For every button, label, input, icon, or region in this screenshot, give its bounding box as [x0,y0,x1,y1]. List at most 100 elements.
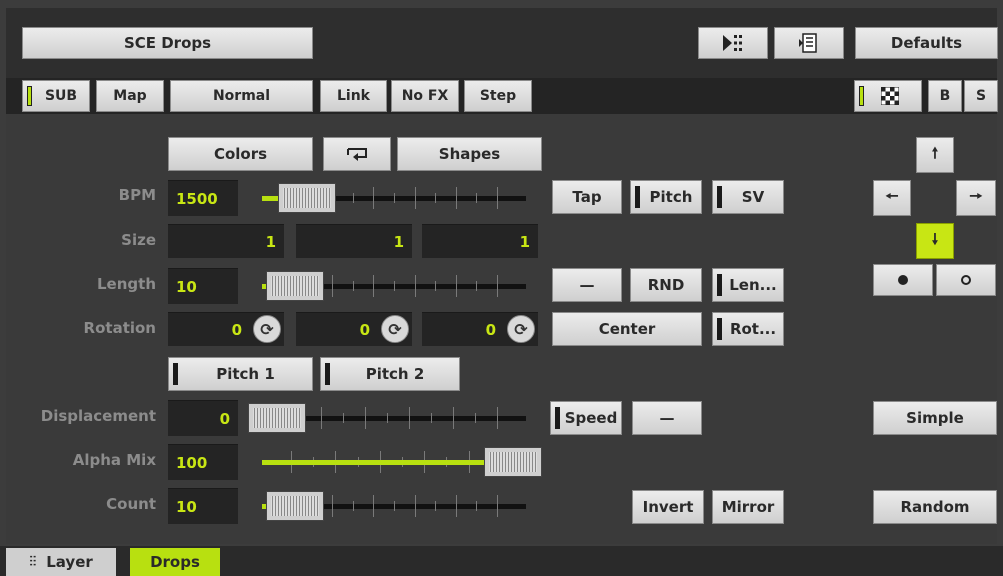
direction-down-button[interactable]: 🠗 [916,223,954,259]
slider-fill [262,460,486,465]
rotation-y-reset-icon[interactable]: ⟳ [381,315,409,343]
slider-handle[interactable] [266,491,325,521]
center-button[interactable]: Center [552,312,702,346]
slider-tick [343,413,344,423]
direction-right-button[interactable]: 🠖 [956,180,996,216]
map-button[interactable]: Map [96,80,164,112]
slider-tick [373,187,375,209]
displacement-value[interactable]: 0 [168,400,238,436]
arrow-right-icon: 🠖 [969,186,983,205]
length-dash-button[interactable]: — [552,268,622,302]
slider-tick [332,275,334,297]
sv-button[interactable]: SV [712,180,784,214]
slider-handle[interactable] [248,403,306,433]
invert-button[interactable]: Invert [632,490,704,524]
blend-mode-select[interactable]: Normal [170,80,313,112]
rotation-more-button[interactable]: Rot... [712,312,784,346]
pitch-1-button[interactable]: Pitch 1 [168,357,313,391]
tab-layer[interactable]: ⫶⫶ Layer [6,548,116,576]
ring-dot-icon [961,275,971,285]
rotation-x-reset-icon[interactable]: ⟳ [253,315,281,343]
rotation-more-label: Rot... [729,320,777,338]
slider-tick [455,187,457,209]
pitch-1-indicator [173,363,178,385]
alpha-mix-label: Alpha Mix [72,451,156,469]
slider-tick [365,407,366,429]
length-slider[interactable] [262,266,526,306]
tab-layer-label: Layer [46,553,93,571]
play-pattern-button[interactable] [698,27,768,59]
arrow-left-icon: 🠔 [885,186,899,205]
slider-tick [476,501,478,511]
length-value[interactable]: 10 [168,268,238,304]
bpm-slider[interactable] [262,178,526,218]
sub-label: SUB [44,88,78,104]
slider-tick [455,275,457,297]
mirror-button[interactable]: Mirror [712,490,784,524]
link-button[interactable]: Link [320,80,387,112]
speed-label: Speed [564,409,618,427]
s-button[interactable]: S [964,80,998,112]
slider-tick [352,281,354,291]
pitch-toggle-indicator [635,186,640,208]
slider-handle[interactable] [278,183,337,213]
slider-tick [455,495,457,517]
slider-handle[interactable] [484,447,542,477]
slider-tick [352,193,354,203]
effect-title-button[interactable]: SCE Drops [22,27,313,59]
rotation-z-reset-icon[interactable]: ⟳ [507,315,535,343]
slider-tick [387,413,388,423]
direction-left-button[interactable]: 🠔 [873,180,911,216]
no-fx-button[interactable]: No FX [391,80,459,112]
slider-tick [394,501,395,511]
size-z-value[interactable]: 1 [422,224,538,258]
alpha-mix-value[interactable]: 100 [168,444,238,480]
document-button[interactable] [774,27,844,59]
rotation-more-indicator [717,318,722,340]
simple-button[interactable]: Simple [873,401,997,435]
size-x-value[interactable]: 1 [168,224,284,258]
mixer-sliders-icon: ⫶⫶ [29,554,37,570]
pitch-2-label: Pitch 2 [365,365,425,383]
bpm-value[interactable]: 1500 [168,180,238,216]
speed-button[interactable]: Speed [550,401,622,435]
direction-in-button[interactable] [873,264,933,296]
pitch-toggle-button[interactable]: Pitch [630,180,702,214]
slider-handle[interactable] [266,271,325,301]
pitch-2-button[interactable]: Pitch 2 [320,357,460,391]
count-slider[interactable] [262,486,526,526]
b-button[interactable]: B [928,80,962,112]
rnd-button[interactable]: RND [630,268,702,302]
pitch-2-indicator [325,363,330,385]
displacement-slider[interactable] [248,398,526,438]
count-value[interactable]: 10 [168,488,238,524]
tap-button[interactable]: Tap [552,180,622,214]
direction-out-button[interactable] [936,264,996,296]
swap-button[interactable] [323,137,391,171]
random-button[interactable]: Random [873,490,997,524]
slider-tick [476,193,478,203]
slider-tick [476,281,478,291]
defaults-button[interactable]: Defaults [855,27,998,59]
checker-toggle-button[interactable] [854,80,922,112]
slider-tick [321,407,322,429]
checkerboard-icon [881,87,899,105]
size-y-value[interactable]: 1 [296,224,412,258]
sub-indicator [27,86,32,106]
direction-up-button[interactable]: 🠕 [916,137,954,173]
shapes-button[interactable]: Shapes [397,137,542,171]
colors-button[interactable]: Colors [168,137,313,171]
sub-button[interactable]: SUB [22,80,90,112]
alpha-mix-slider[interactable] [262,442,542,482]
tab-drops[interactable]: Drops [130,548,220,576]
filled-dot-icon [898,275,908,285]
length-more-button[interactable]: Len... [712,268,784,302]
displacement-dash-button[interactable]: — [632,401,702,435]
slider-tick [497,495,498,517]
pitch-1-label: Pitch 1 [216,365,275,383]
tab-drops-label: Drops [150,553,200,571]
step-button[interactable]: Step [464,80,532,112]
displacement-label: Displacement [40,407,156,425]
length-more-label: Len... [729,276,777,294]
bpm-label: BPM [118,186,156,204]
